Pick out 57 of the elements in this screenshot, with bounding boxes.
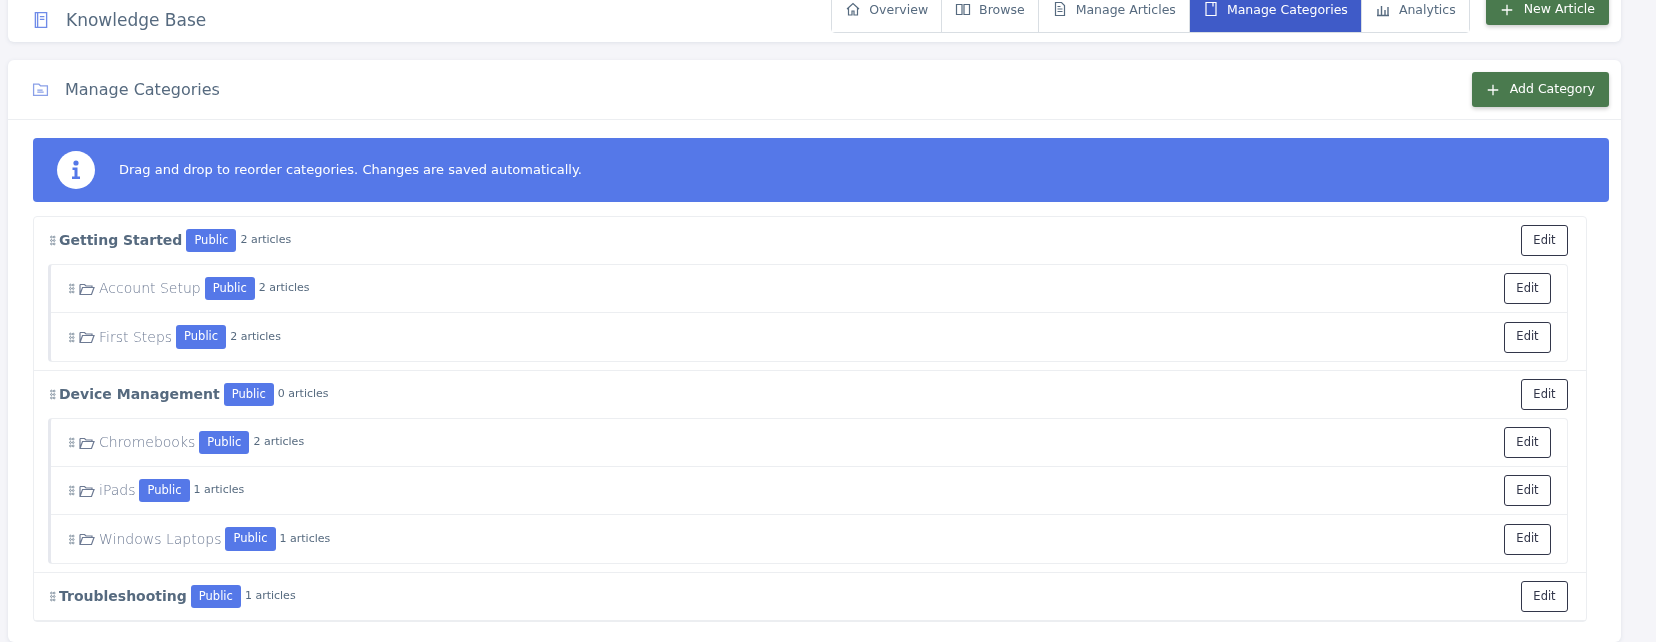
folder-icon [78, 329, 96, 345]
category-name: Troubleshooting [59, 587, 187, 606]
house-icon [845, 1, 862, 17]
visibility-badge: Public [190, 584, 241, 609]
visibility-badge: Public [186, 228, 237, 253]
category-name: Chromebooks [99, 433, 196, 452]
article-count: 1 articles [279, 530, 331, 547]
edit-button[interactable]: Edit [1521, 581, 1568, 612]
nav-tab[interactable]: Manage Categories [1189, 0, 1362, 32]
article-count: 2 articles [253, 434, 305, 451]
panel-title: Manage Categories [65, 78, 220, 101]
plus-icon [1499, 2, 1514, 17]
category-name: First Steps [99, 327, 173, 347]
visibility-badge: Public [204, 276, 255, 301]
category-name: Getting Started [59, 231, 183, 250]
visibility-badge: Public [223, 382, 274, 407]
book-icon [955, 1, 972, 17]
article-count: 2 articles [258, 280, 310, 297]
drag-handle-icon[interactable] [67, 484, 78, 497]
drag-handle-icon[interactable] [48, 388, 59, 401]
edit-button[interactable]: Edit [1504, 273, 1551, 304]
nav-tab[interactable]: Overview [832, 0, 943, 32]
edit-button[interactable]: Edit [1504, 427, 1551, 458]
article-count: 1 articles [193, 482, 245, 499]
visibility-badge: Public [199, 430, 250, 455]
info-icon [57, 151, 95, 189]
add-category-button[interactable]: Add Category [1471, 72, 1609, 107]
drag-handle-icon[interactable] [48, 590, 59, 603]
visibility-badge: Public [176, 325, 227, 349]
folder-icon [78, 531, 96, 547]
drag-handle-icon[interactable] [67, 282, 78, 295]
book-icon [32, 11, 50, 30]
category-name: Device Management [59, 385, 220, 404]
drag-handle-icon[interactable] [48, 234, 59, 247]
category-name: Account Setup [99, 279, 201, 298]
plus-icon [1485, 82, 1500, 97]
category-name: iPads [99, 481, 136, 500]
edit-button[interactable]: Edit [1504, 475, 1551, 506]
article-count: 2 articles [240, 232, 292, 249]
edit-button[interactable]: Edit [1521, 379, 1568, 410]
edit-button[interactable]: Edit [1504, 523, 1551, 555]
alert-text: Drag and drop to reorder categories. Changes are saved automatically. [119, 161, 582, 180]
drag-handle-icon[interactable] [67, 532, 78, 546]
drag-handle-icon[interactable] [67, 330, 78, 344]
edit-button[interactable]: Edit [1521, 225, 1568, 256]
visibility-badge: Public [225, 527, 276, 551]
folder-icon [32, 81, 49, 98]
new-article-button[interactable]: New Article [1485, 0, 1609, 25]
note-icon [1202, 1, 1219, 17]
visibility-badge: Public [139, 478, 190, 503]
edit-button[interactable]: Edit [1504, 321, 1551, 353]
page-title: Knowledge Base [66, 8, 207, 32]
article-count: 0 articles [277, 386, 329, 403]
article-count: 1 articles [244, 588, 296, 605]
drag-handle-icon[interactable] [67, 436, 78, 449]
article-count: 2 articles [230, 328, 281, 345]
category-name: Windows Laptops [99, 529, 222, 549]
